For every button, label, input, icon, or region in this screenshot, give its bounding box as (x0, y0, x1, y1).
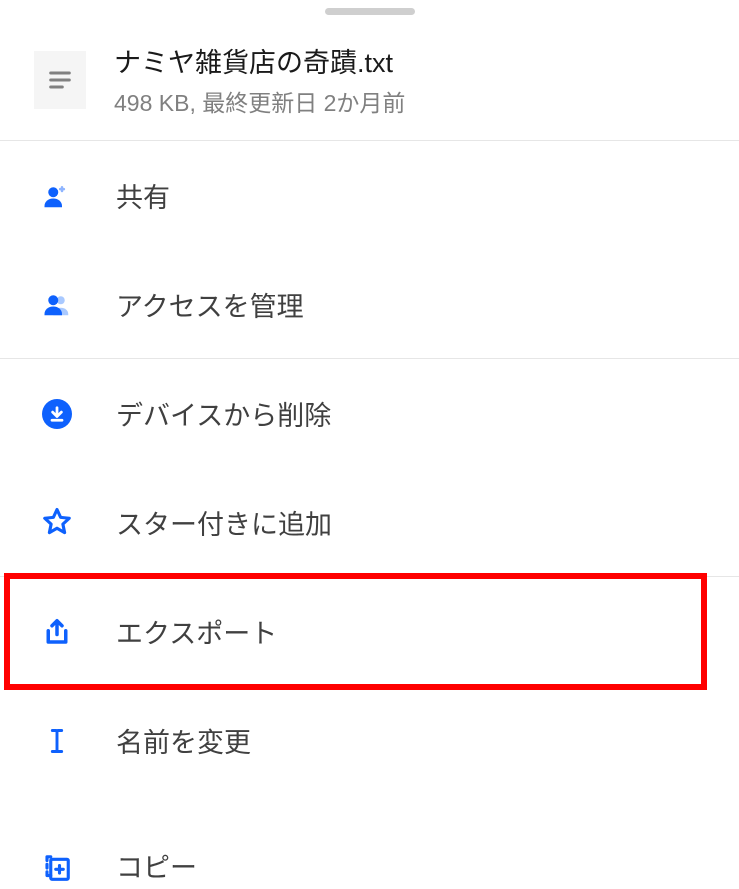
menu-label: コピー (116, 846, 197, 885)
highlight-annotation (4, 573, 707, 690)
menu-label: 共有 (116, 176, 170, 215)
menu-item-export[interactable]: エクスポート (0, 577, 739, 686)
menu-label: 名前を変更 (116, 721, 251, 760)
menu-item-add-star[interactable]: スター付きに追加 (0, 468, 739, 577)
share-icon (40, 179, 74, 213)
copy-icon (40, 851, 74, 885)
file-name: ナミヤ雑貨店の奇蹟.txt (114, 41, 405, 80)
menu-item-rename[interactable]: 名前を変更 (0, 686, 739, 795)
action-menu: 共有 アクセスを管理 デバイスから削除 スター (0, 141, 739, 875)
menu-item-manage-access[interactable]: アクセスを管理 (0, 250, 739, 359)
menu-label: デバイスから削除 (116, 394, 331, 433)
menu-label: エクスポート (116, 612, 277, 651)
star-icon (40, 505, 74, 539)
menu-item-share[interactable]: 共有 (0, 141, 739, 250)
file-header: ナミヤ雑貨店の奇蹟.txt 498 KB, 最終更新日 2か月前 (0, 29, 739, 141)
file-info: ナミヤ雑貨店の奇蹟.txt 498 KB, 最終更新日 2か月前 (114, 41, 405, 118)
menu-item-remove-device[interactable]: デバイスから削除 (0, 359, 739, 468)
file-type-icon (34, 51, 86, 109)
menu-label: アクセスを管理 (116, 285, 304, 324)
remove-device-icon (40, 397, 74, 431)
drag-handle[interactable] (325, 8, 415, 15)
rename-icon (40, 724, 74, 758)
menu-label: スター付きに追加 (116, 503, 332, 542)
export-icon (40, 615, 74, 649)
file-meta: 498 KB, 最終更新日 2か月前 (114, 84, 405, 118)
menu-item-copy[interactable]: コピー (0, 795, 739, 875)
manage-access-icon (40, 287, 74, 321)
